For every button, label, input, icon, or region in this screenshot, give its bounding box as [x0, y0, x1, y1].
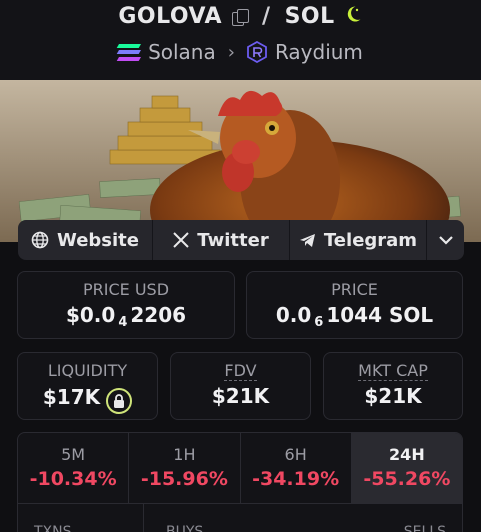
price-usd-digits: 2206: [130, 303, 187, 327]
dex-name[interactable]: Raydium: [275, 40, 363, 64]
telegram-button[interactable]: Telegram: [290, 220, 427, 260]
tab-period-label: 1H: [173, 445, 196, 464]
pair-title: GOLOVA / SOL: [0, 4, 481, 29]
chain-name[interactable]: Solana: [148, 40, 216, 64]
price-usd-label: PRICE USD: [82, 280, 170, 299]
price-change-tabs: 5M -10.34% 1H -15.96% 6H -34.19% 24H -55…: [17, 432, 463, 504]
market-cap-card: MKT CAP $21K: [323, 352, 463, 420]
tab-change-value: -34.19%: [252, 468, 340, 490]
market-cap-label-wrap: MKT CAP: [324, 361, 462, 381]
tab-change-value: -10.34%: [29, 468, 117, 490]
website-button[interactable]: Website: [18, 220, 153, 260]
price-native-zero-count: 6: [314, 315, 324, 330]
price-usd-zero-count: 4: [118, 315, 128, 330]
twitter-button[interactable]: Twitter: [153, 220, 290, 260]
liquidity-label: LIQUIDITY: [47, 361, 128, 380]
price-usd-card: PRICE USD $0.0 4 2206: [17, 271, 235, 339]
market-cap-value: $21K: [364, 384, 422, 408]
tab-period-label: 6H: [284, 445, 307, 464]
token-banner-image: [0, 80, 481, 242]
price-native-digits: 1044 SOL: [326, 303, 434, 327]
moon-icon: [343, 4, 363, 29]
chain-breadcrumb: Solana › Raydium: [0, 40, 481, 64]
price-usd-prefix: $0.0: [65, 303, 116, 327]
globe-icon: [31, 231, 49, 249]
liquidity-card: LIQUIDITY $17K: [17, 352, 158, 420]
market-cap-label[interactable]: MKT CAP: [358, 361, 428, 381]
fdv-value: $21K: [211, 384, 270, 408]
tab-change-value: -55.26%: [363, 468, 451, 490]
tab-1h[interactable]: 1H -15.96%: [129, 433, 241, 503]
quote-symbol: SOL: [284, 4, 335, 29]
telegram-label: Telegram: [323, 229, 418, 251]
buys-label: BUYS: [166, 524, 204, 532]
price-native-value: 0.0 6 1044 SOL: [247, 303, 462, 330]
x-icon: [173, 232, 190, 248]
liquidity-value-row: $17K: [18, 384, 157, 414]
tab-period-label: 24H: [389, 445, 425, 464]
pair-header: GOLOVA / SOL Solana › Raydium: [0, 0, 481, 80]
sells-label: SELLS: [403, 524, 446, 532]
lock-icon[interactable]: [106, 388, 133, 414]
twitter-label: Twitter: [197, 229, 269, 251]
social-links-bar: Website Twitter Telegram: [18, 220, 464, 260]
more-links-button[interactable]: [427, 220, 464, 260]
fdv-label-wrap: FDV: [171, 361, 310, 381]
price-native-label: PRICE: [331, 280, 378, 299]
txn-stats-row: TXNS BUYS SELLS: [17, 504, 463, 532]
tab-24h[interactable]: 24H -55.26%: [351, 433, 462, 503]
chevron-right-icon: ›: [227, 41, 235, 63]
txns-label: TXNS: [18, 504, 144, 532]
token-symbol: GOLOVA: [118, 4, 223, 29]
telegram-icon: [299, 233, 316, 248]
chevron-down-icon: [438, 235, 454, 245]
website-label: Website: [56, 229, 139, 251]
raydium-icon: [247, 40, 267, 64]
solana-icon: [117, 44, 142, 60]
tab-6h[interactable]: 6H -34.19%: [241, 433, 352, 503]
price-native-prefix: 0.0: [275, 303, 312, 327]
fdv-card: FDV $21K: [170, 352, 311, 420]
tab-5m[interactable]: 5M -10.34%: [18, 433, 130, 503]
price-usd-value: $0.0 4 2206: [18, 303, 234, 330]
liquidity-value: $17K: [42, 385, 101, 409]
copy-icon[interactable]: [232, 8, 250, 26]
fdv-label[interactable]: FDV: [224, 361, 257, 381]
tab-change-value: -15.96%: [140, 468, 228, 490]
price-native-card: PRICE 0.0 6 1044 SOL: [246, 271, 463, 339]
pair-separator: /: [262, 4, 271, 29]
tab-period-label: 5M: [61, 445, 86, 464]
